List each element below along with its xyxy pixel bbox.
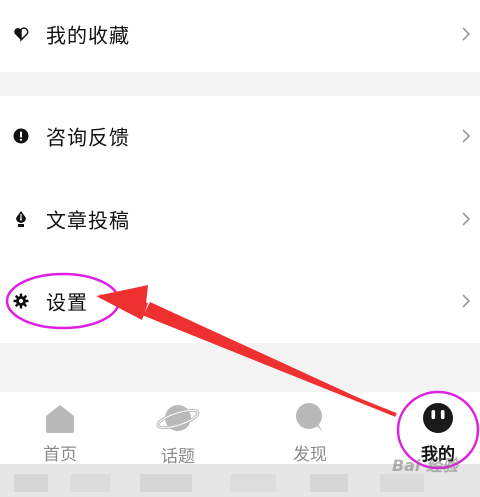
menu-item-label: 文章投稿 [46, 208, 130, 233]
menu-card-main: 咨询反馈 文章投稿 设置 [0, 96, 480, 343]
discover-icon [296, 403, 323, 432]
exclamation-icon [12, 127, 30, 145]
watermark: Bai 经验 [391, 456, 458, 475]
planet-icon [156, 405, 200, 431]
blurred-block [14, 474, 48, 492]
tab-home[interactable]: 首页 [0, 392, 120, 465]
chevron-right-icon [462, 27, 471, 41]
menu-item-label: 设置 [46, 290, 88, 315]
chevron-right-icon [462, 294, 471, 308]
tab-label: 首页 [43, 445, 77, 465]
menu-item-contribute[interactable]: 文章投稿 [0, 189, 480, 249]
menu-item-label: 我的收藏 [46, 23, 130, 48]
tab-label: 发现 [293, 445, 327, 465]
blurred-block [230, 474, 276, 492]
pen-nib-icon [12, 210, 30, 228]
tab-topics[interactable]: 话题 [118, 392, 238, 467]
heart-icon [12, 25, 30, 43]
tab-discover[interactable]: 发现 [250, 392, 370, 465]
blurred-block [310, 474, 348, 492]
profile-page: 我的收藏 咨询反馈 文章投稿 设置 首页 话题 发现 我的 Bai 经验 [0, 0, 480, 497]
menu-item-settings[interactable]: 设置 [0, 271, 480, 331]
gear-icon [12, 292, 30, 310]
chevron-right-icon [462, 212, 471, 226]
menu-item-feedback[interactable]: 咨询反馈 [0, 106, 480, 166]
profile-face-icon [423, 403, 453, 433]
home-icon [46, 405, 74, 433]
menu-item-label: 咨询反馈 [46, 125, 130, 150]
menu-card-favorites: 我的收藏 [0, 0, 480, 72]
menu-item-favorites[interactable]: 我的收藏 [0, 4, 480, 64]
chevron-right-icon [462, 129, 471, 143]
blurred-block [70, 474, 110, 492]
blurred-block [140, 474, 192, 492]
blurred-block [380, 474, 424, 492]
